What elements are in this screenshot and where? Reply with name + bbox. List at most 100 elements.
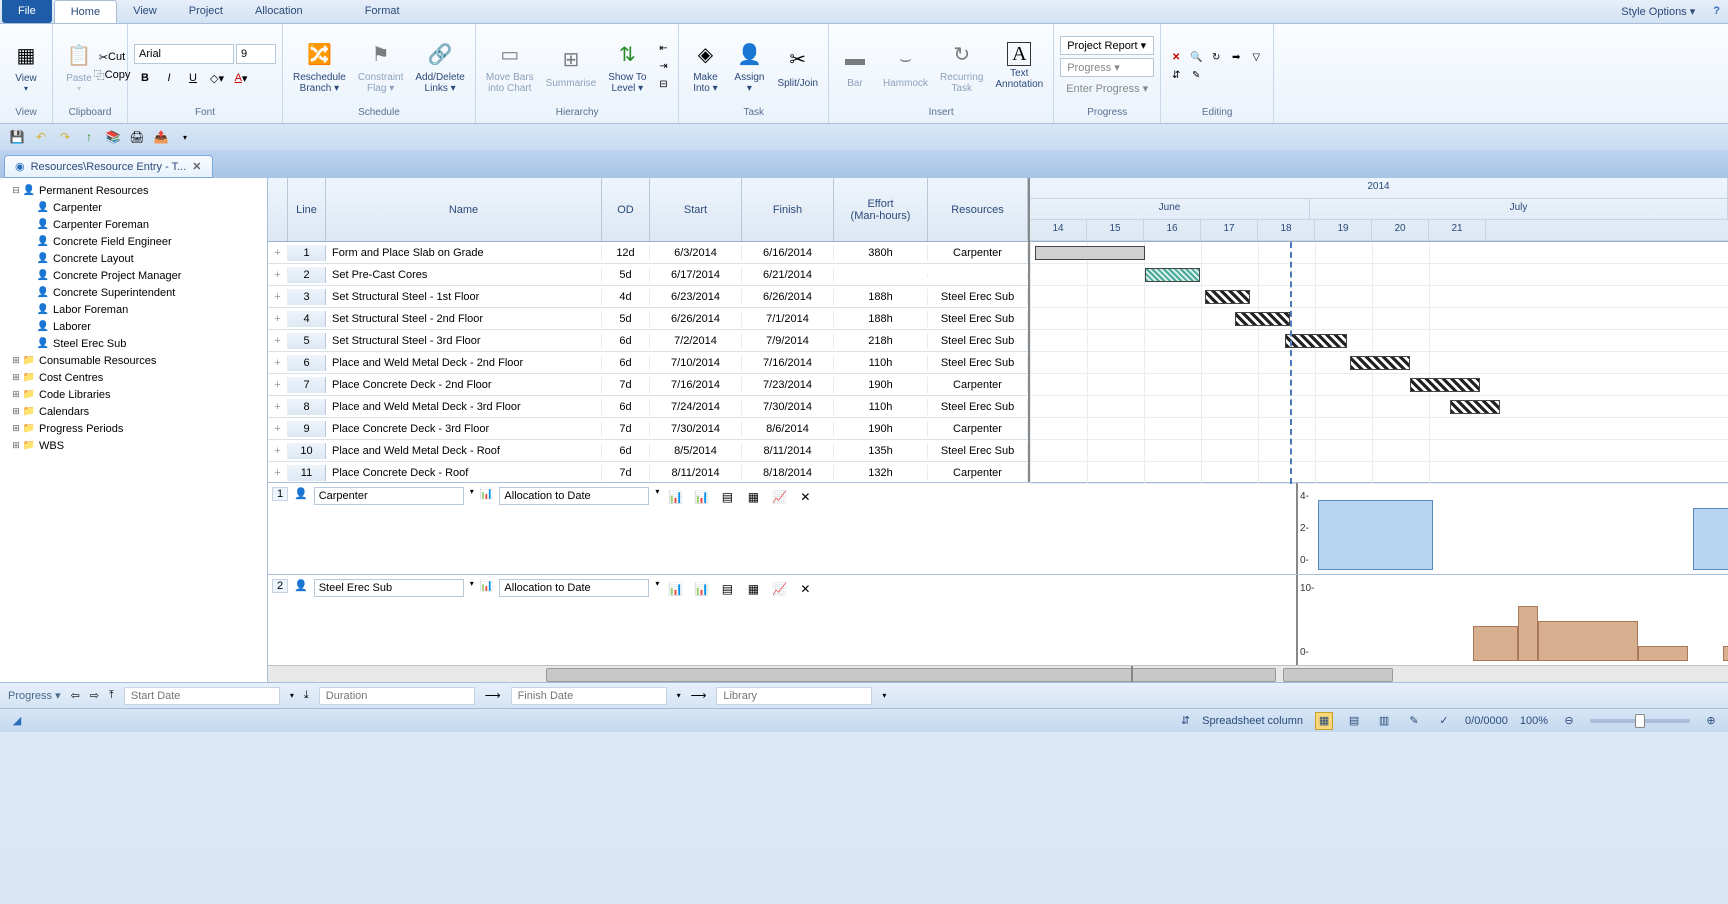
col-header-name[interactable]: Name	[326, 178, 602, 241]
tree-item[interactable]: 👤Carpenter Foreman	[4, 216, 263, 233]
table-row[interactable]: + 2 Set Pre-Cast Cores 5d 6/17/2014 6/21…	[268, 264, 1028, 286]
books-button[interactable]: 📚	[104, 128, 122, 146]
gantt-row[interactable]	[1030, 264, 1728, 286]
table-row[interactable]: + 6 Place and Weld Metal Deck - 2nd Floo…	[268, 352, 1028, 374]
tree-folder[interactable]: ⊞📁WBS	[4, 437, 263, 454]
gantt-chart[interactable]: 2014 June July 1415161718192021	[1028, 178, 1728, 482]
goto-button[interactable]: ➡	[1227, 49, 1245, 65]
col-header-line[interactable]: Line	[288, 178, 326, 241]
table-row[interactable]: + 8 Place and Weld Metal Deck - 3rd Floo…	[268, 396, 1028, 418]
project-report-button[interactable]: Project Report ▾	[1060, 36, 1154, 55]
style-options-menu[interactable]: Style Options ▾	[1611, 0, 1705, 23]
duration-field[interactable]	[319, 687, 475, 705]
tree-folder[interactable]: ⊞📁Consumable Resources	[4, 352, 263, 369]
histo-btn-4[interactable]: ▦	[743, 487, 763, 507]
gantt-row[interactable]	[1030, 396, 1728, 418]
help-icon[interactable]: ?	[1705, 0, 1728, 23]
export-button[interactable]: 📤	[152, 128, 170, 146]
histo-btn-6[interactable]: ✕	[795, 579, 815, 599]
undo-button[interactable]: ↶	[32, 128, 50, 146]
progress-select[interactable]: Progress ▾	[1060, 58, 1154, 77]
indent-left-button[interactable]: ⇤	[654, 40, 672, 56]
fill-color-button[interactable]: ◇▾	[206, 68, 228, 88]
gantt-row[interactable]	[1030, 462, 1728, 484]
tree-folder[interactable]: ⊞📁Code Libraries	[4, 386, 263, 403]
tab-home[interactable]: Home	[54, 0, 117, 23]
qat-customize[interactable]: ▾	[176, 128, 194, 146]
prev-button[interactable]: ⇦	[71, 689, 80, 702]
add-delete-links-button[interactable]: 🔗Add/Delete Links ▾	[411, 36, 468, 96]
print-button[interactable]: 🖨	[128, 128, 146, 146]
font-size-select[interactable]	[236, 44, 276, 64]
histo-btn-5[interactable]: 📈	[769, 579, 789, 599]
redo-button[interactable]: ↷	[56, 128, 74, 146]
sort-button[interactable]: ⇵	[1167, 67, 1185, 83]
italic-button[interactable]: I	[158, 68, 180, 88]
move-bars-button[interactable]: ▭Move Bars into Chart	[482, 36, 538, 96]
gantt-row[interactable]	[1030, 242, 1728, 264]
close-tab-button[interactable]: ✕	[192, 160, 201, 173]
tree-item[interactable]: 👤Concrete Field Engineer	[4, 233, 263, 250]
cut-button[interactable]: ✂ Cut	[103, 49, 121, 65]
make-into-button[interactable]: ◈Make Into ▾	[685, 36, 725, 96]
histo-btn-3[interactable]: ▤	[717, 579, 737, 599]
document-tab[interactable]: ◉ Resources\Resource Entry - T... ✕	[4, 155, 213, 178]
sync-icon[interactable]: ◢	[8, 712, 26, 730]
copy-button[interactable]: ⿻ Copy	[103, 67, 121, 83]
table-row[interactable]: + 10 Place and Weld Metal Deck - Roof 6d…	[268, 440, 1028, 462]
histo-btn-6[interactable]: ✕	[795, 487, 815, 507]
indent-right-button[interactable]: ⇥	[654, 58, 672, 74]
hammock-button[interactable]: ⌣Hammock	[879, 42, 932, 91]
table-row[interactable]: + 5 Set Structural Steel - 3rd Floor 6d …	[268, 330, 1028, 352]
gantt-bar[interactable]	[1035, 246, 1145, 260]
gantt-row[interactable]	[1030, 418, 1728, 440]
gantt-bar[interactable]	[1450, 400, 1500, 414]
histo-btn-4[interactable]: ▦	[743, 579, 763, 599]
zoom-slider[interactable]	[1590, 719, 1690, 723]
bold-button[interactable]: B	[134, 68, 156, 88]
show-to-level-button[interactable]: ⇅Show To Level ▾	[604, 36, 650, 96]
table-row[interactable]: + 3 Set Structural Steel - 1st Floor 4d …	[268, 286, 1028, 308]
outdent-button[interactable]: ⊟	[654, 76, 672, 92]
gantt-bar[interactable]	[1235, 312, 1290, 326]
view-mode-4[interactable]: ✎	[1405, 712, 1423, 730]
table-row[interactable]: + 7 Place Concrete Deck - 2nd Floor 7d 7…	[268, 374, 1028, 396]
tab-project[interactable]: Project	[173, 0, 239, 23]
histo-btn-3[interactable]: ▤	[717, 487, 737, 507]
gantt-row[interactable]	[1030, 308, 1728, 330]
find-button[interactable]: 🔍	[1187, 49, 1205, 65]
histo-btn-2[interactable]: 📊	[691, 487, 711, 507]
save-button[interactable]: 💾	[8, 128, 26, 146]
table-row[interactable]: + 4 Set Structural Steel - 2nd Floor 5d …	[268, 308, 1028, 330]
tree-item[interactable]: 👤Laborer	[4, 318, 263, 335]
table-row[interactable]: + 11 Place Concrete Deck - Roof 7d 8/11/…	[268, 462, 1028, 482]
view-mode-2[interactable]: ▤	[1345, 712, 1363, 730]
finish-date-field[interactable]	[511, 687, 667, 705]
filter-button[interactable]: ▽	[1247, 49, 1265, 65]
replace-button[interactable]: ↻	[1207, 49, 1225, 65]
tree-item[interactable]: 👤Concrete Superintendent	[4, 284, 263, 301]
tab-allocation[interactable]: Allocation	[239, 0, 319, 23]
col-header-od[interactable]: OD	[602, 178, 650, 241]
gantt-row[interactable]	[1030, 440, 1728, 462]
view-mode-5[interactable]: ✓	[1435, 712, 1453, 730]
tab-file[interactable]: File	[2, 0, 52, 23]
gantt-row[interactable]	[1030, 330, 1728, 352]
tree-folder[interactable]: ⊞📁Calendars	[4, 403, 263, 420]
histo-btn-5[interactable]: 📈	[769, 487, 789, 507]
tree-item[interactable]: 👤Concrete Project Manager	[4, 267, 263, 284]
table-row[interactable]: + 1 Form and Place Slab on Grade 12d 6/3…	[268, 242, 1028, 264]
tree-item[interactable]: 👤Labor Foreman	[4, 301, 263, 318]
histo-btn-2[interactable]: 📊	[691, 579, 711, 599]
constraint-flag-button[interactable]: ⚑Constraint Flag ▾	[354, 36, 408, 96]
text-annotation-button[interactable]: AText Annotation	[991, 40, 1047, 92]
col-header-effort[interactable]: Effort (Man-hours)	[834, 178, 928, 241]
paste-button[interactable]: 📋 Paste ▾	[59, 37, 99, 95]
histo-1-mode-select[interactable]: Allocation to Date	[499, 487, 649, 505]
tree-root[interactable]: ⊟👤Permanent Resources	[4, 182, 263, 199]
gantt-row[interactable]	[1030, 374, 1728, 396]
underline-button[interactable]: U	[182, 68, 204, 88]
split-join-button[interactable]: ✂Split/Join	[773, 42, 822, 91]
font-color-button[interactable]: A▾	[230, 68, 252, 88]
tree-item[interactable]: 👤Carpenter	[4, 199, 263, 216]
